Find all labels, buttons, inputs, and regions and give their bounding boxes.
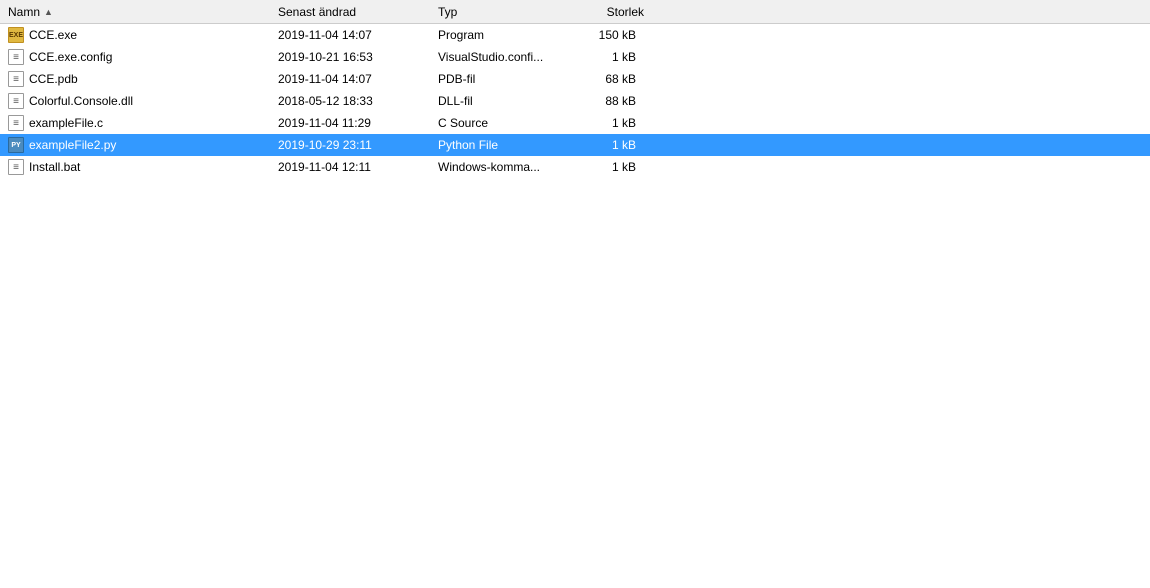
file-date-cell: 2019-11-04 14:07 (274, 28, 434, 42)
col-type-label: Typ (438, 5, 457, 19)
file-size-cell: 1 kB (564, 160, 644, 174)
file-type-cell: DLL-fil (434, 94, 564, 108)
table-row[interactable]: EXE CCE.exe 2019-11-04 14:07 Program 150… (0, 24, 1150, 46)
file-date-cell: 2019-11-04 14:07 (274, 72, 434, 86)
col-header-type[interactable]: Typ (434, 5, 564, 19)
bat-icon: ≡ (8, 159, 24, 175)
py-icon: PY (8, 137, 24, 153)
file-name-text: CCE.exe (29, 28, 77, 42)
file-size-cell: 1 kB (564, 138, 644, 152)
file-date-cell: 2019-10-29 23:11 (274, 138, 434, 152)
file-date-cell: 2019-11-04 12:11 (274, 160, 434, 174)
file-type-cell: Python File (434, 138, 564, 152)
file-size-cell: 88 kB (564, 94, 644, 108)
col-header-size[interactable]: Storlek (564, 5, 644, 19)
file-name-cell: ≡ CCE.pdb (4, 71, 274, 87)
file-name-text: exampleFile2.py (29, 138, 116, 152)
exe-icon: EXE (8, 27, 24, 43)
file-date-cell: 2018-05-12 18:33 (274, 94, 434, 108)
table-row[interactable]: PY exampleFile2.py 2019-10-29 23:11 Pyth… (0, 134, 1150, 156)
file-name-text: CCE.pdb (29, 72, 78, 86)
file-name-cell: ≡ Colorful.Console.dll (4, 93, 274, 109)
file-name-cell: EXE CCE.exe (4, 27, 274, 43)
file-rows-container: EXE CCE.exe 2019-11-04 14:07 Program 150… (0, 24, 1150, 178)
table-row[interactable]: ≡ CCE.pdb 2019-11-04 14:07 PDB-fil 68 kB (0, 68, 1150, 90)
file-type-cell: C Source (434, 116, 564, 130)
col-name-label: Namn (8, 5, 40, 19)
col-header-date[interactable]: Senast ändrad (274, 5, 434, 19)
file-date-cell: 2019-11-04 11:29 (274, 116, 434, 130)
file-name-cell: PY exampleFile2.py (4, 137, 274, 153)
file-size-cell: 1 kB (564, 50, 644, 64)
col-size-label: Storlek (607, 5, 644, 19)
file-type-cell: VisualStudio.confi... (434, 50, 564, 64)
table-row[interactable]: ≡ exampleFile.c 2019-11-04 11:29 C Sourc… (0, 112, 1150, 134)
pdb-icon: ≡ (8, 71, 24, 87)
file-type-cell: Program (434, 28, 564, 42)
file-list-container: Namn ▲ Senast ändrad Typ Storlek EXE CCE… (0, 0, 1150, 588)
file-name-text: Colorful.Console.dll (29, 94, 133, 108)
file-name-text: Install.bat (29, 160, 80, 174)
file-type-cell: PDB-fil (434, 72, 564, 86)
file-size-cell: 68 kB (564, 72, 644, 86)
file-type-cell: Windows-komma... (434, 160, 564, 174)
file-name-text: exampleFile.c (29, 116, 103, 130)
file-name-cell: ≡ Install.bat (4, 159, 274, 175)
table-row[interactable]: ≡ Install.bat 2019-11-04 12:11 Windows-k… (0, 156, 1150, 178)
file-date-cell: 2019-10-21 16:53 (274, 50, 434, 64)
file-name-cell: ≡ CCE.exe.config (4, 49, 274, 65)
dll-icon: ≡ (8, 93, 24, 109)
table-row[interactable]: ≡ Colorful.Console.dll 2018-05-12 18:33 … (0, 90, 1150, 112)
file-size-cell: 150 kB (564, 28, 644, 42)
file-size-cell: 1 kB (564, 116, 644, 130)
file-name-text: CCE.exe.config (29, 50, 112, 64)
col-date-label: Senast ändrad (278, 5, 356, 19)
column-headers: Namn ▲ Senast ändrad Typ Storlek (0, 0, 1150, 24)
sort-arrow-icon: ▲ (44, 7, 53, 17)
c-icon: ≡ (8, 115, 24, 131)
col-header-name[interactable]: Namn ▲ (4, 5, 274, 19)
config-icon: ≡ (8, 49, 24, 65)
file-name-cell: ≡ exampleFile.c (4, 115, 274, 131)
table-row[interactable]: ≡ CCE.exe.config 2019-10-21 16:53 Visual… (0, 46, 1150, 68)
